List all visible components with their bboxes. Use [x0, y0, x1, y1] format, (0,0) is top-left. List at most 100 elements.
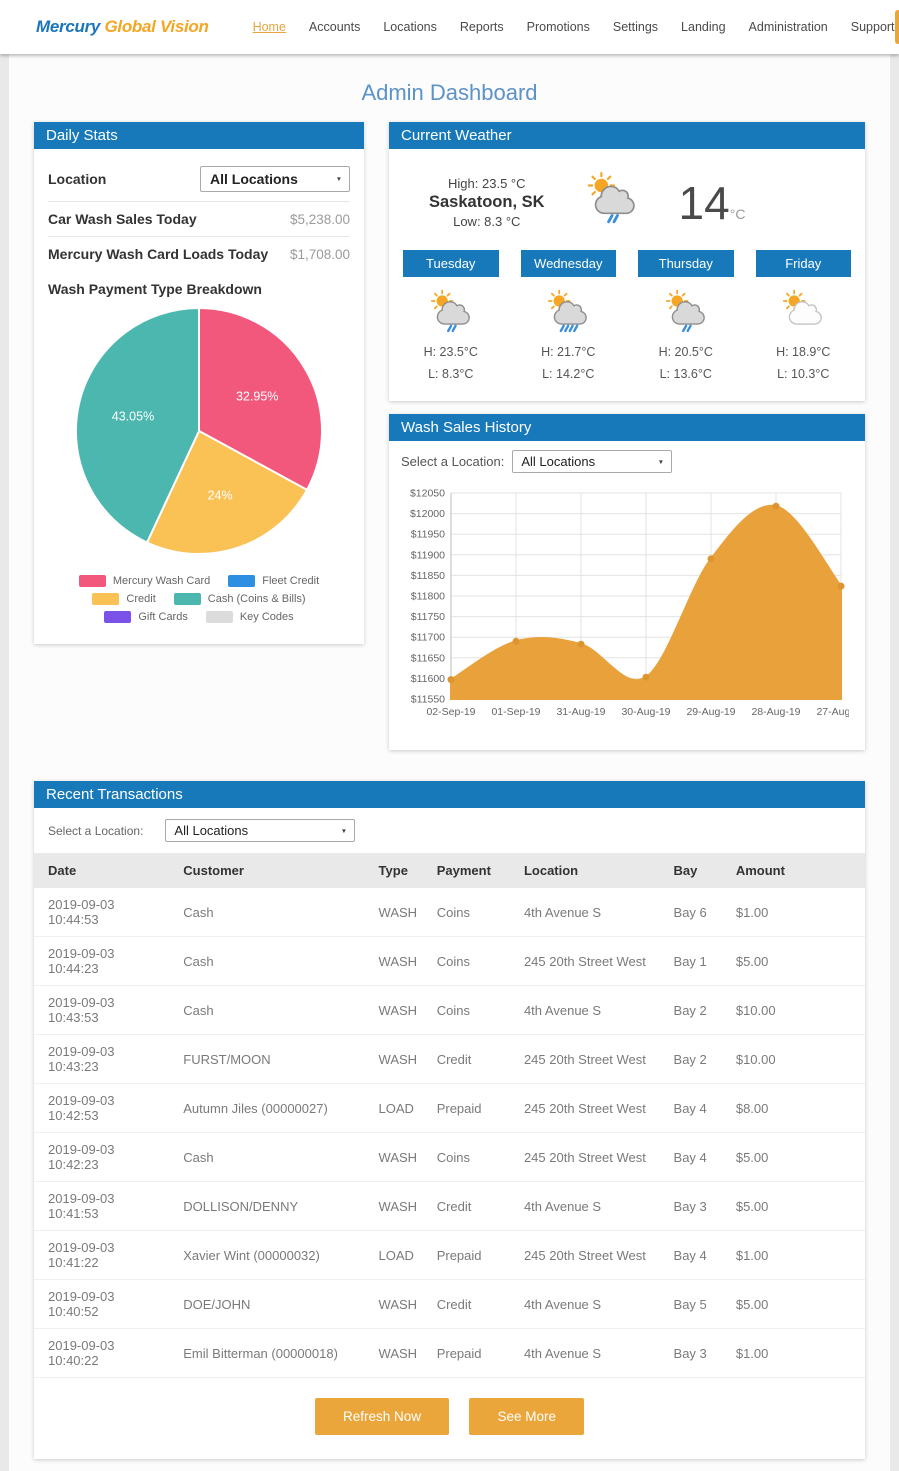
- day-button-tuesday[interactable]: Tuesday: [403, 250, 499, 277]
- nav-item-administration[interactable]: Administration: [749, 20, 828, 34]
- stat-label: Mercury Wash Card Loads Today: [48, 246, 268, 262]
- table-cell: Coins: [429, 1133, 516, 1182]
- pie-chart: 32.95%24%43.05%: [48, 303, 350, 561]
- table-cell: Prepaid: [429, 1231, 516, 1280]
- legend-swatch: [104, 611, 131, 623]
- nav-item-accounts[interactable]: Accounts: [309, 20, 360, 34]
- data-point-marker[interactable]: [643, 674, 650, 681]
- day-button-friday[interactable]: Friday: [756, 250, 852, 277]
- table-cell: WASH: [371, 1182, 429, 1231]
- nav-item-promotions[interactable]: Promotions: [527, 20, 590, 34]
- table-cell: WASH: [371, 1329, 429, 1378]
- table-cell: $10.00: [728, 986, 865, 1035]
- table-row: 2019-09-03 10:42:23CashWASHCoins245 20th…: [34, 1133, 865, 1182]
- column-header-payment: Payment: [429, 853, 516, 888]
- transactions-location-select[interactable]: All Locations: [165, 819, 355, 842]
- current-weather-summary: High: 23.5 °C Saskatoon, SK Low: 8.3 °C …: [403, 163, 851, 250]
- table-row: 2019-09-03 10:41:22Xavier Wint (00000032…: [34, 1231, 865, 1280]
- nav-item-reports[interactable]: Reports: [460, 20, 504, 34]
- nav-item-locations[interactable]: Locations: [383, 20, 437, 34]
- forecast-low: L: 8.3°C: [403, 363, 499, 385]
- table-cell: Bay 4: [666, 1084, 728, 1133]
- forecast-low: L: 10.3°C: [756, 363, 852, 385]
- data-point-marker[interactable]: [513, 638, 520, 645]
- table-cell: 245 20th Street West: [516, 1133, 666, 1182]
- legend-label: Gift Cards: [138, 611, 188, 623]
- stat-row: Mercury Wash Card Loads Today$1,708.00: [48, 237, 350, 271]
- stat-label: Car Wash Sales Today: [48, 211, 197, 227]
- sun-cloud-heavy-rain-icon: [521, 289, 617, 339]
- daily-stats-header: Daily Stats: [34, 122, 364, 149]
- table-cell: $1.00: [728, 1329, 865, 1378]
- area-chart: $11550$11600$11650$11700$11750$11800$118…: [401, 483, 849, 733]
- table-cell: Autumn Jiles (00000027): [175, 1084, 370, 1133]
- legend-item[interactable]: Gift Cards: [104, 611, 188, 623]
- legend-item[interactable]: Key Codes: [206, 611, 294, 623]
- table-cell: 2019-09-03 10:41:53: [34, 1182, 175, 1231]
- nav-item-settings[interactable]: Settings: [613, 20, 658, 34]
- table-cell: Bay 3: [666, 1329, 728, 1378]
- current-weather-card: Current Weather High: 23.5 °C Saskatoon,…: [389, 122, 865, 401]
- y-tick-label: $11600: [411, 673, 445, 685]
- location-filter-row: Location All Locations: [48, 157, 350, 202]
- forecast-high: H: 18.9°C: [756, 341, 852, 363]
- legend-item[interactable]: Credit: [92, 593, 155, 605]
- y-tick-label: $11900: [411, 549, 445, 561]
- table-cell: $5.00: [728, 1182, 865, 1231]
- table-cell: WASH: [371, 1280, 429, 1329]
- column-header-bay: Bay: [666, 853, 728, 888]
- legend-label: Credit: [126, 593, 155, 605]
- daily-stats-location-select[interactable]: All Locations: [200, 166, 350, 192]
- see-more-button[interactable]: See More: [469, 1398, 584, 1435]
- day-button-thursday[interactable]: Thursday: [638, 250, 734, 277]
- data-point-marker[interactable]: [838, 583, 845, 590]
- data-point-marker[interactable]: [773, 503, 780, 510]
- location-label: Location: [48, 171, 106, 187]
- logout-button[interactable]: Logout: [895, 10, 899, 44]
- forecast-low: L: 13.6°C: [638, 363, 734, 385]
- recent-transactions-card: Recent Transactions Select a Location: A…: [34, 781, 865, 1459]
- table-cell: Coins: [429, 986, 516, 1035]
- pie-slice-label: 43.05%: [112, 409, 154, 423]
- legend-label: Key Codes: [240, 611, 294, 623]
- table-row: 2019-09-03 10:44:53CashWASHCoins4th Aven…: [34, 888, 865, 937]
- table-cell: 245 20th Street West: [516, 1084, 666, 1133]
- table-cell: WASH: [371, 986, 429, 1035]
- table-cell: $1.00: [728, 888, 865, 937]
- nav-item-home[interactable]: Home: [253, 20, 286, 34]
- legend-item[interactable]: Cash (Coins & Bills): [174, 593, 306, 605]
- data-point-marker[interactable]: [708, 555, 715, 562]
- table-cell: 2019-09-03 10:44:23: [34, 937, 175, 986]
- table-row: 2019-09-03 10:40:52DOE/JOHNWASHCredit4th…: [34, 1280, 865, 1329]
- table-cell: $5.00: [728, 1280, 865, 1329]
- nav-list: Home Accounts Locations Reports Promotions Se…: [253, 20, 895, 34]
- table-cell: Cash: [175, 888, 370, 937]
- legend-item[interactable]: Fleet Credit: [228, 575, 319, 587]
- wash-sales-select-label: Select a Location:: [401, 454, 504, 469]
- nav-item-landing[interactable]: Landing: [681, 20, 726, 34]
- brand-logo[interactable]: Mercury Global Vision: [36, 17, 209, 37]
- data-point-marker[interactable]: [448, 676, 455, 683]
- refresh-now-button[interactable]: Refresh Now: [315, 1398, 449, 1435]
- legend-swatch: [174, 593, 201, 605]
- table-cell: 245 20th Street West: [516, 937, 666, 986]
- table-cell: 4th Avenue S: [516, 888, 666, 937]
- day-button-wednesday[interactable]: Wednesday: [521, 250, 617, 277]
- legend-item[interactable]: Mercury Wash Card: [79, 575, 210, 587]
- table-cell: Cash: [175, 937, 370, 986]
- table-cell: Cash: [175, 1133, 370, 1182]
- legend-swatch: [92, 593, 119, 605]
- wash-sales-location-select[interactable]: All Locations: [512, 450, 672, 473]
- table-cell: 4th Avenue S: [516, 1182, 666, 1231]
- legend-swatch: [228, 575, 255, 587]
- column-header-customer: Customer: [175, 853, 370, 888]
- nav-item-support[interactable]: Support: [851, 20, 895, 34]
- table-cell: Emil Bitterman (00000018): [175, 1329, 370, 1378]
- table-cell: Cash: [175, 986, 370, 1035]
- table-cell: LOAD: [371, 1231, 429, 1280]
- data-point-marker[interactable]: [578, 641, 585, 648]
- pie-legend: Mercury Wash Card Fleet Credit Credit Cash …: [48, 566, 350, 630]
- x-tick-label: 02-Sep-19: [426, 706, 475, 718]
- daily-stats-card: Daily Stats Location All Locations Car W…: [34, 122, 364, 644]
- table-cell: 2019-09-03 10:41:22: [34, 1231, 175, 1280]
